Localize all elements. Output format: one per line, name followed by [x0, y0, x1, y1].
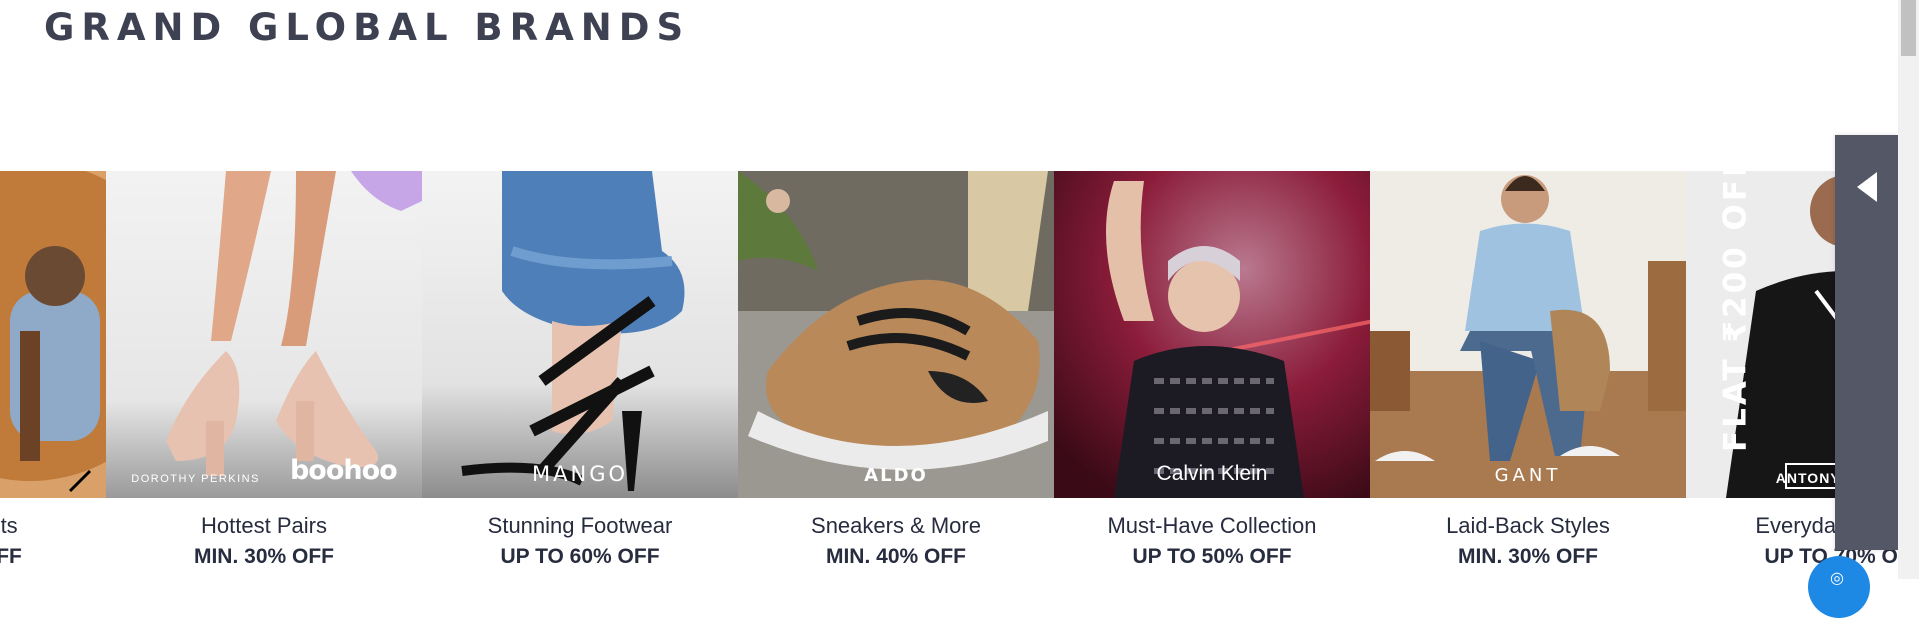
card-offer: MIN. 30% OFF — [1457, 545, 1599, 568]
card-offer: MIN. 40% OFF — [825, 545, 967, 568]
triangle-left-icon[interactable] — [1857, 172, 1877, 202]
brand-card[interactable]: ALDO Sneakers & More MIN. 40% OFF — [738, 171, 1054, 579]
brand-card[interactable]: Calvin Klein Must-Have Collection UP TO … — [1054, 171, 1370, 579]
card-image-man-denim-jacket[interactable] — [0, 171, 106, 498]
card-image-block-heels[interactable]: DOROTHY PERKINS boohoo — [106, 171, 422, 498]
card-caption: Flat Discounts — [0, 513, 18, 538]
card-caption: Stunning Footwear — [487, 513, 673, 538]
card-caption: Must-Have Collection — [1107, 513, 1317, 538]
brand-card[interactable]: Flat Discounts FLAT 40% OFF — [0, 171, 106, 579]
card-image-strappy-heels[interactable]: MANGO — [422, 171, 738, 498]
brand-logo: ALDO — [864, 465, 928, 486]
page-title: GRAND GLOBAL BRANDS — [44, 6, 691, 49]
brand-logo: MANGO — [532, 462, 628, 486]
flat-offer-side-tab[interactable]: FLAT ₹200 OFF — [1717, 135, 1898, 550]
card-caption: Sneakers & More — [811, 513, 981, 538]
card-caption: Hottest Pairs — [201, 513, 327, 538]
card-caption: Laid-Back Styles — [1446, 513, 1610, 538]
card-offer: MIN. 30% OFF — [193, 545, 335, 568]
help-chat-button[interactable]: ◎ — [1808, 556, 1870, 618]
brand-card[interactable]: GANT Laid-Back Styles MIN. 30% OFF — [1370, 171, 1686, 579]
side-tab-offer-text: FLAT ₹200 OFF — [1717, 152, 1754, 452]
brand-card[interactable]: DOROTHY PERKINS boohoo Hottest Pairs MIN… — [106, 171, 422, 579]
carousel-track: Flat Discounts FLAT 40% OFF DOROTHY — [0, 171, 1898, 579]
brand-logo-dorothy-perkins: DOROTHY PERKINS — [131, 473, 260, 485]
brand-logo-boohoo: boohoo — [289, 455, 398, 486]
page-scrollbar[interactable] — [1898, 0, 1919, 579]
brand-logo: Calvin Klein — [1156, 462, 1268, 485]
brand-carousel[interactable]: Flat Discounts FLAT 40% OFF DOROTHY — [0, 171, 1898, 579]
card-offer: UP TO 60% OFF — [500, 545, 660, 568]
brand-card[interactable]: MANGO Stunning Footwear UP TO 60% OFF — [422, 171, 738, 579]
brand-logo: GANT — [1494, 465, 1562, 486]
card-offer: UP TO 50% OFF — [1132, 545, 1292, 568]
card-image-printed-tee[interactable]: Calvin Klein — [1054, 171, 1370, 498]
card-image-seated-man[interactable]: GANT — [1370, 171, 1686, 498]
card-image-metallic-sneakers[interactable]: ALDO — [738, 171, 1054, 498]
scrollbar-thumb[interactable] — [1901, 0, 1916, 56]
card-offer: FLAT 40% OFF — [0, 545, 22, 568]
chat-icon: ◎ — [1830, 570, 1844, 587]
brand-logo: DOROTHY PERKINS boohoo — [106, 455, 422, 486]
